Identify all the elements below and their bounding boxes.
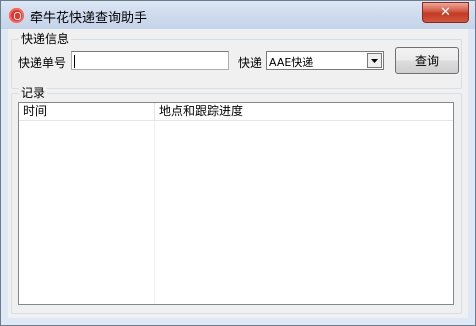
records-group: 记录 时间 地点和跟踪进度 xyxy=(11,86,462,314)
title-bar[interactable]: 牵牛花快递查询助手 ✕ xyxy=(1,1,475,29)
window-title: 牵牛花快递查询助手 xyxy=(30,11,148,26)
text-caret xyxy=(74,55,75,68)
records-list[interactable]: 时间 地点和跟踪进度 xyxy=(18,102,454,305)
courier-info-group-label: 快递信息 xyxy=(19,32,72,46)
column-header-location-progress[interactable]: 地点和跟踪进度 xyxy=(155,103,453,120)
search-button[interactable]: 查询 xyxy=(395,47,459,74)
close-icon: ✕ xyxy=(440,5,451,20)
chevron-down-icon[interactable] xyxy=(367,53,382,68)
column-header-time[interactable]: 时间 xyxy=(19,103,155,120)
tracking-number-label: 快递单号 xyxy=(18,56,67,70)
tracking-number-input[interactable] xyxy=(71,51,229,70)
app-window: 牵牛花快递查询助手 ✕ 快递信息 快递单号 快递 AAE快递 查询 记录 时间 … xyxy=(0,0,476,326)
records-list-body xyxy=(19,121,453,304)
close-button[interactable]: ✕ xyxy=(422,2,469,23)
courier-select[interactable]: AAE快递 xyxy=(266,51,384,70)
records-list-header: 时间 地点和跟踪进度 xyxy=(19,103,453,121)
courier-select-value: AAE快递 xyxy=(269,56,314,69)
courier-label: 快递 xyxy=(238,56,263,70)
courier-info-group: 快递信息 快递单号 快递 AAE快递 查询 xyxy=(11,32,462,89)
app-logo-icon xyxy=(9,8,24,23)
client-area: 快递信息 快递单号 快递 AAE快递 查询 记录 时间 地点和跟踪进度 xyxy=(8,29,468,318)
column-divider xyxy=(154,121,155,304)
records-group-label: 记录 xyxy=(19,86,48,100)
